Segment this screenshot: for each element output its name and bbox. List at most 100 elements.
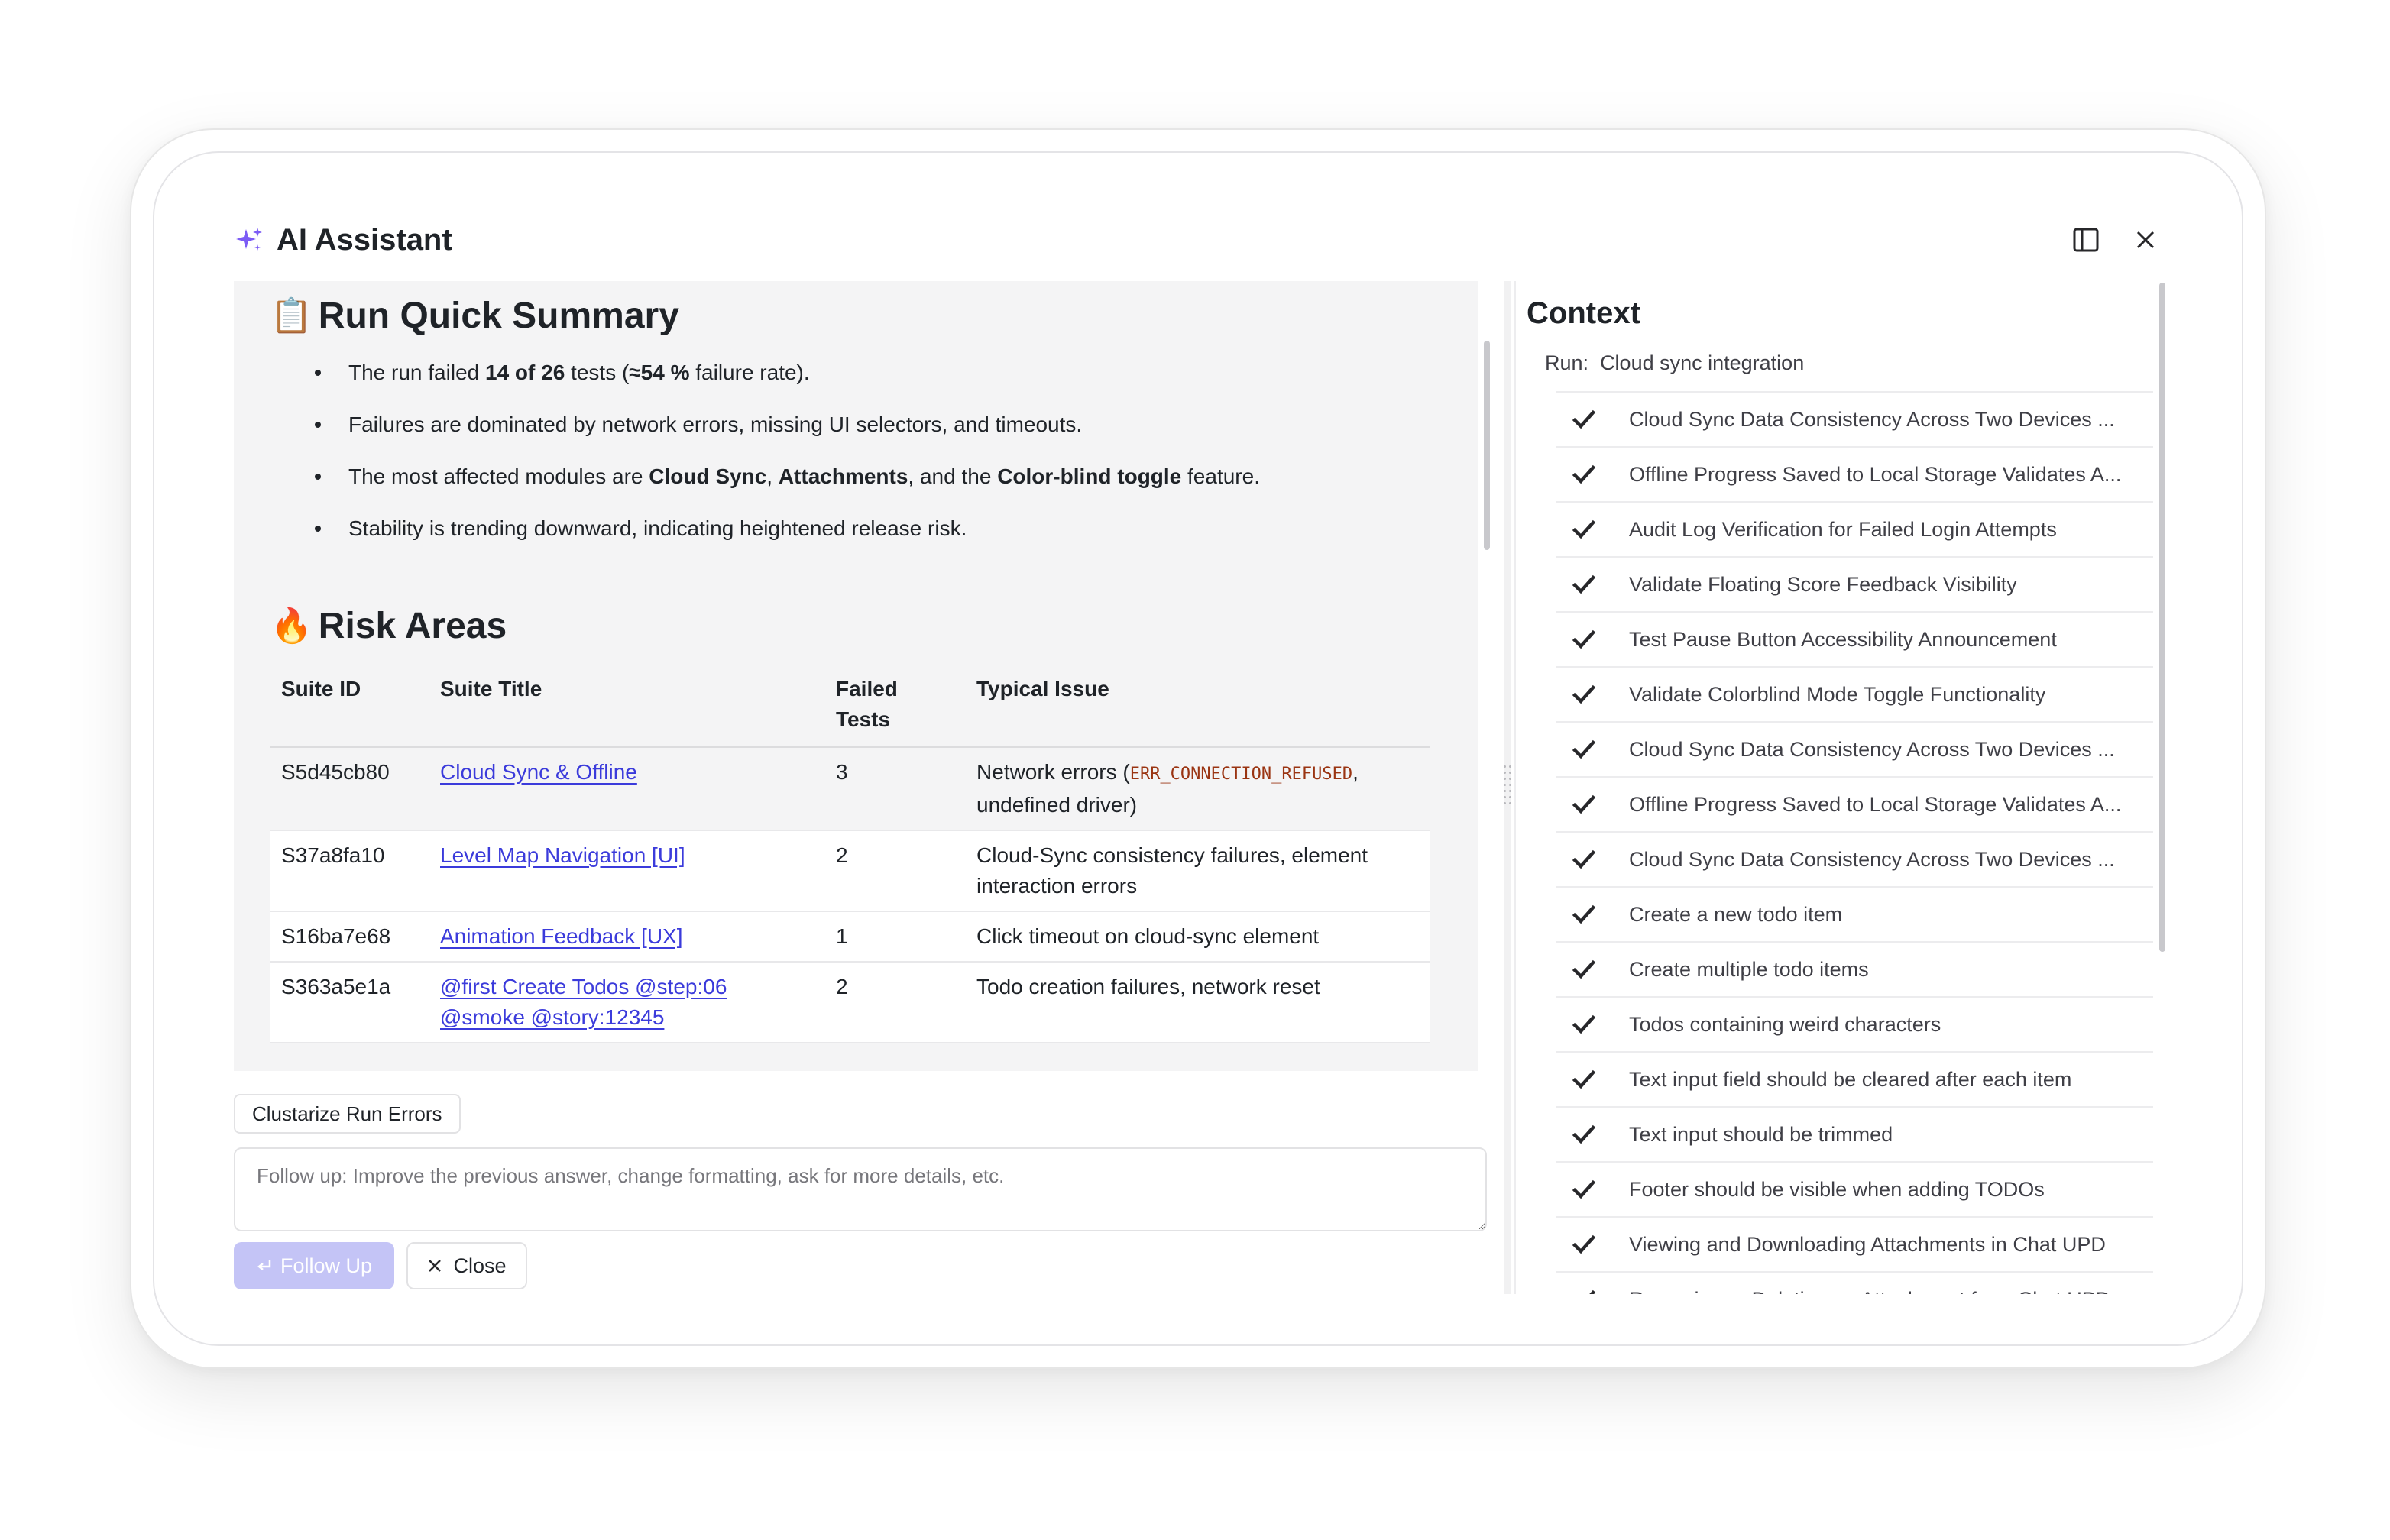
splitter-grip-handle[interactable] xyxy=(1502,764,1513,807)
close-icon xyxy=(2136,231,2155,249)
context-test-label: Removing or Deleting an Attachment from … xyxy=(1629,1288,2110,1295)
typical-issue: Click timeout on cloud-sync element xyxy=(966,911,1430,962)
answer-panel[interactable]: 📋 Run Quick Summary The run failed 14 of… xyxy=(234,281,1478,1071)
context-run: Run: Cloud sync integration xyxy=(1545,351,1804,375)
table-row: S363a5e1a @first Create Todos @step:06 @s… xyxy=(270,962,1430,1043)
close-button[interactable]: Close xyxy=(406,1242,527,1289)
risk-table: Suite ID Suite Title Failed Tests Typical… xyxy=(270,674,1430,1043)
context-test-label: Validate Colorblind Mode Toggle Function… xyxy=(1629,682,2046,706)
check-icon xyxy=(1572,849,1600,869)
context-test-label: Cloud Sync Data Consistency Across Two D… xyxy=(1629,407,2115,431)
dialog-title: AI Assistant xyxy=(277,223,452,257)
answer-scrollbar[interactable] xyxy=(1481,281,1493,1071)
risk-heading: 🔥 Risk Areas xyxy=(270,591,1432,660)
suite-link-create-todos[interactable]: @first Create Todos @step:06 xyxy=(440,975,727,998)
followup-input[interactable] xyxy=(234,1147,1487,1231)
suite-id: S37a8fa10 xyxy=(270,830,429,912)
close-dialog-button[interactable] xyxy=(2129,223,2162,257)
check-icon xyxy=(1572,1014,1600,1034)
context-test-item[interactable]: Cloud Sync Data Consistency Across Two D… xyxy=(1556,721,2153,776)
answer-content: 📋 Run Quick Summary The run failed 14 of… xyxy=(270,281,1432,1043)
failed-count: 2 xyxy=(825,962,966,1043)
clusterize-errors-button[interactable]: Clustarize Run Errors xyxy=(234,1094,461,1134)
ai-assistant-dialog: AI Assistant 📋 Run Quick Summary The run… xyxy=(153,151,2243,1346)
context-test-item[interactable]: Removing or Deleting an Attachment from … xyxy=(1556,1271,2153,1294)
context-test-item[interactable]: Offline Progress Saved to Local Storage … xyxy=(1556,446,2153,501)
enter-icon xyxy=(257,1260,271,1270)
clipboard-icon: 📋 xyxy=(270,296,313,335)
answer-scrollbar-thumb[interactable] xyxy=(1484,341,1490,550)
check-icon xyxy=(1572,1179,1600,1199)
context-test-item[interactable]: Cloud Sync Data Consistency Across Two D… xyxy=(1556,391,2153,446)
context-test-label: Test Pause Button Accessibility Announce… xyxy=(1629,627,2057,651)
check-icon xyxy=(1572,519,1600,539)
suite-link-level-map[interactable]: Level Map Navigation [UI] xyxy=(440,843,685,867)
summary-heading: 📋 Run Quick Summary xyxy=(270,281,1432,350)
suite-link-animation-feedback[interactable]: Animation Feedback [UX] xyxy=(440,924,683,948)
table-header-row: Suite ID Suite Title Failed Tests Typical… xyxy=(270,674,1430,748)
context-test-item[interactable]: Offline Progress Saved to Local Storage … xyxy=(1556,776,2153,831)
summary-bullet-4: Stability is trending downward, indicati… xyxy=(270,513,1432,565)
context-test-item[interactable]: Text input should be trimmed xyxy=(1556,1106,2153,1161)
context-test-item[interactable]: Viewing and Downloading Attachments in C… xyxy=(1556,1216,2153,1271)
device-frame: AI Assistant 📋 Run Quick Summary The run… xyxy=(130,128,2266,1369)
context-test-item[interactable]: Footer should be visible when adding TOD… xyxy=(1556,1161,2153,1216)
table-row: S5d45cb80 Cloud Sync & Offline 3 Network… xyxy=(270,747,1430,831)
context-test-item[interactable]: Test Pause Button Accessibility Announce… xyxy=(1556,611,2153,666)
check-icon xyxy=(1572,1069,1600,1089)
close-button-label: Close xyxy=(453,1254,507,1277)
check-icon xyxy=(1572,959,1600,979)
sparkle-icon xyxy=(234,225,264,255)
context-test-item[interactable]: Text input field should be cleared after… xyxy=(1556,1051,2153,1106)
suite-id: S363a5e1a xyxy=(270,962,429,1043)
context-test-label: Create multiple todo items xyxy=(1629,957,1869,981)
failed-count: 3 xyxy=(825,747,966,831)
context-test-label: Offline Progress Saved to Local Storage … xyxy=(1629,462,2122,486)
run-name: Cloud sync integration xyxy=(1600,351,1805,374)
context-scrollbar-thumb[interactable] xyxy=(2159,283,2165,952)
followup-button[interactable]: Follow Up xyxy=(234,1242,394,1289)
check-icon xyxy=(1572,1289,1600,1294)
check-icon xyxy=(1572,464,1600,484)
check-icon xyxy=(1572,684,1600,704)
close-icon xyxy=(429,1260,442,1272)
table-row: S16ba7e68 Animation Feedback [UX] 1 Clic… xyxy=(270,911,1430,962)
dialog-header: AI Assistant xyxy=(234,225,2162,255)
context-test-label: Audit Log Verification for Failed Login … xyxy=(1629,517,2057,541)
failed-count: 1 xyxy=(825,911,966,962)
table-row: S37a8fa10 Level Map Navigation [UI] 2 Cl… xyxy=(270,830,1430,912)
context-test-item[interactable]: Validate Colorblind Mode Toggle Function… xyxy=(1556,666,2153,721)
context-test-label: Validate Floating Score Feedback Visibil… xyxy=(1629,572,2017,596)
followup-button-label: Follow Up xyxy=(280,1254,373,1277)
context-test-item[interactable]: Todos containing weird characters xyxy=(1556,996,2153,1051)
typical-issue: Cloud-Sync consistency failures, element… xyxy=(966,830,1430,912)
context-test-item[interactable]: Create multiple todo items xyxy=(1556,941,2153,996)
summary-title: Run Quick Summary xyxy=(318,295,679,336)
suite-id: S5d45cb80 xyxy=(270,747,429,831)
sidebar-toggle-button[interactable] xyxy=(2069,223,2103,257)
context-panel[interactable]: Context Run: Cloud sync integration Clou… xyxy=(1514,281,2153,1294)
context-test-item[interactable]: Cloud Sync Data Consistency Across Two D… xyxy=(1556,831,2153,886)
summary-bullet-3: The most affected modules are Cloud Sync… xyxy=(270,461,1432,513)
summary-list: The run failed 14 of 26 tests (≈54 % fai… xyxy=(270,358,1432,565)
context-test-label: Footer should be visible when adding TOD… xyxy=(1629,1177,2045,1201)
suite-link-create-todos-tags[interactable]: @smoke @story:12345 xyxy=(440,1005,664,1029)
fire-icon: 🔥 xyxy=(270,607,313,645)
typical-issue: Todo creation failures, network reset xyxy=(966,962,1430,1043)
context-test-item[interactable]: Create a new todo item xyxy=(1556,886,2153,941)
suite-link-cloud-sync[interactable]: Cloud Sync & Offline xyxy=(440,760,637,784)
context-test-label: Text input field should be cleared after… xyxy=(1629,1067,2072,1091)
context-test-label: Cloud Sync Data Consistency Across Two D… xyxy=(1629,847,2115,871)
suite-id: S16ba7e68 xyxy=(270,911,429,962)
check-icon xyxy=(1572,409,1600,429)
context-test-label: Create a new todo item xyxy=(1629,902,1843,926)
risk-title: Risk Areas xyxy=(318,605,507,646)
check-icon xyxy=(1572,904,1600,924)
context-test-label: Viewing and Downloading Attachments in C… xyxy=(1629,1232,2106,1256)
context-test-item[interactable]: Validate Floating Score Feedback Visibil… xyxy=(1556,556,2153,611)
context-test-item[interactable]: Audit Log Verification for Failed Login … xyxy=(1556,501,2153,556)
context-test-list: Cloud Sync Data Consistency Across Two D… xyxy=(1556,391,2153,1294)
check-icon xyxy=(1572,1124,1600,1144)
col-failed-tests: Failed Tests xyxy=(825,674,966,748)
sidebar-toggle-icon xyxy=(2073,228,2099,252)
